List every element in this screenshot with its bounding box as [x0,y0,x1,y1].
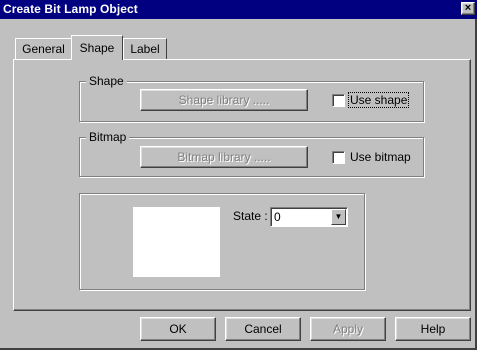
use-bitmap-checkbox[interactable] [332,151,345,164]
bitmap-group-title: Bitmap [86,130,130,144]
ok-button[interactable]: OK [140,317,216,341]
use-shape-checkbox[interactable] [332,94,345,107]
tab-shape[interactable]: Shape [71,35,123,60]
tab-label[interactable]: Label [123,38,167,59]
state-dropdown[interactable]: 0 ▼ [270,207,348,227]
apply-button[interactable]: Apply [310,317,386,341]
shape-library-button[interactable]: Shape library ..... [140,89,308,111]
close-icon: × [464,2,472,14]
state-label: State : [233,209,268,223]
bitmap-library-button[interactable]: Bitmap library ..... [140,146,308,168]
cancel-button[interactable]: Cancel [225,317,301,341]
use-shape-label[interactable]: Use shape [347,92,410,108]
use-bitmap-label[interactable]: Use bitmap [350,150,411,164]
tab-general[interactable]: General [15,38,72,59]
shape-group-title: Shape [86,74,127,88]
close-button[interactable]: × [461,2,475,15]
chevron-down-icon[interactable]: ▼ [331,209,346,225]
dialog-title: Create Bit Lamp Object [3,2,138,16]
help-button[interactable]: Help [395,317,471,341]
lamp-preview [133,207,220,277]
state-value: 0 [274,210,281,224]
create-bit-lamp-dialog: Create Bit Lamp Object × General Label S… [0,0,477,350]
title-bar[interactable]: Create Bit Lamp Object × [0,0,477,19]
